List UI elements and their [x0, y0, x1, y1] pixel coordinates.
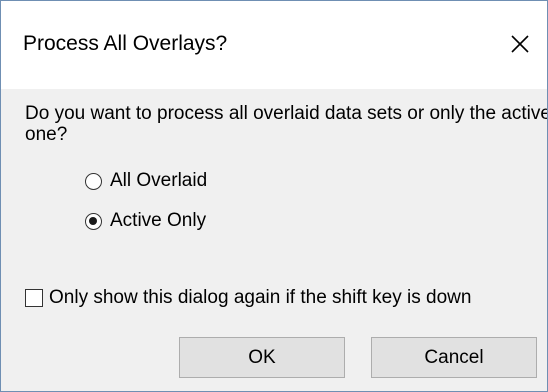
ok-button[interactable]: OK — [179, 337, 345, 378]
radio-selected-dot — [89, 216, 97, 225]
cancel-button[interactable]: Cancel — [371, 337, 537, 378]
radio-button-checked[interactable] — [85, 212, 102, 230]
radio-active-only[interactable]: Active Only — [85, 207, 206, 235]
shift-key-checkbox[interactable] — [25, 289, 43, 307]
radio-label-active-only: Active Only — [110, 210, 207, 231]
close-button[interactable] — [499, 23, 541, 65]
title-bar: Process All Overlays? — [1, 1, 547, 89]
dialog-body: Do you want to process all overlaid data… — [1, 89, 547, 391]
question-text: Do you want to process all overlaid data… — [25, 103, 548, 145]
radio-label-all-overlaid: All Overlaid — [110, 170, 208, 191]
close-icon — [511, 35, 529, 53]
radio-button-unchecked[interactable] — [85, 172, 102, 190]
dialog-title: Process All Overlays? — [23, 32, 228, 55]
radio-all-overlaid[interactable]: All Overlaid — [85, 167, 207, 195]
shift-key-option[interactable]: Only show this dialog again if the shift… — [25, 285, 471, 311]
checkbox-label: Only show this dialog again if the shift… — [49, 287, 472, 308]
process-overlays-dialog: Process All Overlays? Do you want to pro… — [0, 0, 548, 392]
